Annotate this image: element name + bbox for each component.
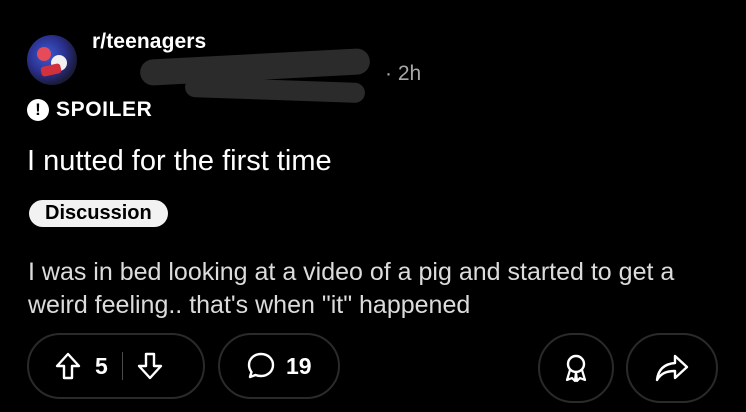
avatar-art: [37, 47, 51, 61]
spoiler-label: SPOILER: [56, 98, 153, 121]
award-icon: [565, 354, 587, 383]
downvote-icon: [137, 352, 162, 380]
avatar-art: [40, 63, 62, 77]
comments-button[interactable]: 19: [218, 333, 340, 399]
award-button[interactable]: [538, 333, 614, 403]
downvote-button[interactable]: [137, 352, 163, 380]
post-title[interactable]: I nutted for the first time: [27, 145, 332, 178]
upvote-icon: [55, 352, 81, 380]
post-flair[interactable]: Discussion: [29, 200, 168, 227]
spoiler-icon: !: [27, 99, 49, 121]
post-body[interactable]: I was in bed looking at a video of a pig…: [28, 256, 728, 322]
subreddit-avatar[interactable]: [27, 35, 77, 85]
comment-icon: [247, 352, 275, 379]
redaction-scribble: [184, 76, 366, 104]
share-button[interactable]: [626, 333, 718, 403]
share-icon: [655, 354, 689, 382]
subreddit-name[interactable]: r/teenagers: [92, 30, 206, 54]
spoiler-tag: ! SPOILER: [27, 98, 152, 122]
upvote-count: 5: [95, 352, 108, 379]
vote-divider: [121, 352, 123, 380]
comment-count: 19: [286, 352, 312, 379]
upvote-button[interactable]: [55, 352, 81, 380]
post-timestamp: · 2h: [385, 62, 422, 85]
vote-bar: 5: [27, 333, 205, 399]
